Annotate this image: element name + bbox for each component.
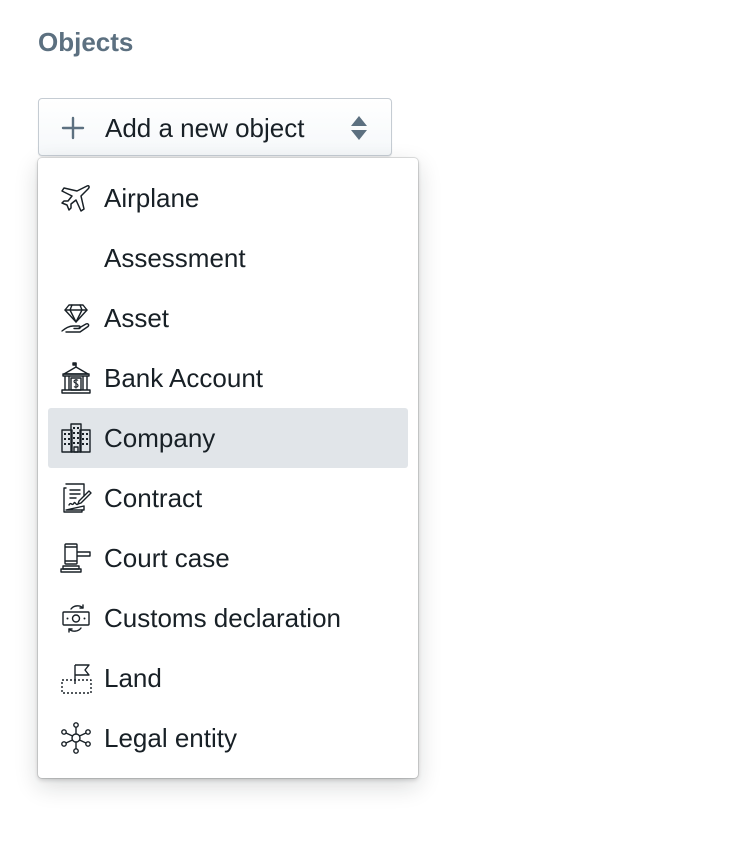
menu-item-customs-declaration[interactable]: Customs declaration [48,588,408,648]
diamond-hand-icon [60,302,92,334]
menu-item-court-case[interactable]: Court case [48,528,408,588]
object-type-menu: Airplane Assessment Asset Bank Account C… [38,158,418,778]
page: Objects Add a new object Airplane Assess… [0,0,730,854]
menu-item-bank-account[interactable]: Bank Account [48,348,408,408]
money-exchange-icon [60,602,92,634]
menu-item-label: Asset [104,303,170,333]
menu-item-label: Customs declaration [104,603,341,633]
plus-icon [61,116,85,140]
menu-item-label: Land [104,663,162,693]
menu-item-label: Airplane [104,183,200,213]
menu-item-contract[interactable]: Contract [48,468,408,528]
land-flag-icon [60,662,92,694]
airplane-icon [60,182,92,214]
bank-icon [60,362,92,394]
menu-item-company[interactable]: Company [48,408,408,468]
menu-item-label: Company [104,423,216,453]
menu-item-land[interactable]: Land [48,648,408,708]
menu-item-label: Legal entity [104,723,237,753]
menu-item-airplane[interactable]: Airplane [48,168,408,228]
menu-item-label: Assessment [104,243,246,273]
section-title: Objects [38,27,134,57]
menu-item-label: Contract [104,483,203,513]
caret-updown-icon [349,114,369,142]
contract-icon [60,482,92,514]
menu-item-legal-entity[interactable]: Legal entity [48,708,408,768]
network-icon [60,722,92,754]
gavel-icon [60,542,92,574]
menu-item-asset[interactable]: Asset [48,288,408,348]
menu-item-label: Court case [104,543,230,573]
add-object-button[interactable]: Add a new object [38,98,392,156]
menu-item-assessment[interactable]: Assessment [48,228,408,288]
add-object-label: Add a new object [105,113,305,143]
building-icon [60,422,92,454]
menu-item-label: Bank Account [104,363,263,393]
